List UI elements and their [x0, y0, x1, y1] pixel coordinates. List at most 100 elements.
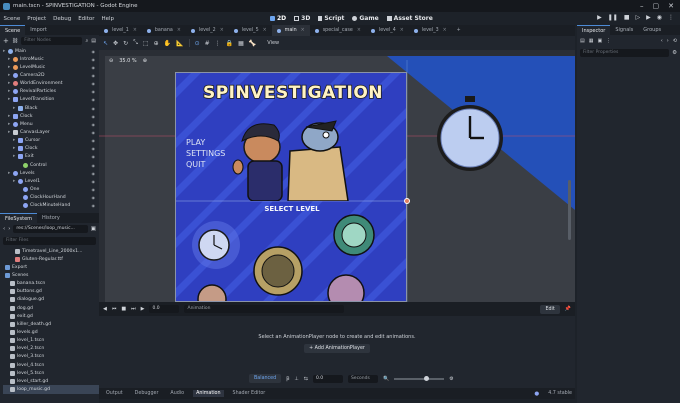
open-resource-icon[interactable]: ▦ [589, 38, 594, 44]
scene-node[interactable]: ▸ WorldEnvironment ◉ [3, 80, 99, 88]
workspace-game[interactable]: Game [352, 15, 379, 22]
tab-debugger[interactable]: Debugger [132, 390, 162, 397]
animation-edit-button[interactable]: Edit [540, 304, 560, 314]
remote-debug-icon[interactable]: ⋮ [668, 14, 674, 21]
timeline-zoom-slider[interactable] [394, 375, 445, 381]
close-tab-icon[interactable]: × [400, 28, 404, 33]
stop-icon[interactable]: ■ [624, 14, 630, 21]
scene-node[interactable]: ▸ IntroMusic ◉ [3, 55, 99, 63]
minimize-icon[interactable]: – [640, 2, 644, 10]
split-view-icon[interactable]: ▣ [91, 226, 96, 232]
visibility-icon[interactable]: ◉ [92, 187, 96, 192]
scene-tab[interactable]: main × [271, 25, 310, 36]
inspector-settings-icon[interactable]: ⚙ [672, 50, 677, 56]
tab-import[interactable]: Import [25, 25, 52, 35]
move-tool-icon[interactable]: ✥ [113, 40, 118, 47]
close-icon[interactable]: ✕ [668, 2, 674, 10]
extra-options-icon[interactable]: ⋮ [606, 38, 611, 44]
new-resource-icon[interactable]: ▤ [580, 38, 585, 44]
filter-properties-input[interactable]: Filter Properties [580, 49, 670, 57]
history-forward-icon[interactable]: › [667, 38, 669, 44]
lock-icon[interactable]: 🔒 [226, 40, 233, 47]
file-item[interactable]: level_3.tscn [3, 353, 99, 361]
file-item[interactable]: Gluten-Regular.ttf [3, 255, 99, 263]
play-scene-icon[interactable]: ▷ [636, 14, 641, 21]
scene-tab[interactable]: level_2 × [186, 25, 229, 36]
file-item[interactable]: dialogue.gd [3, 296, 99, 304]
file-item[interactable]: Scenes [3, 271, 99, 279]
scene-node[interactable]: ▸ LevelTransition ◉ [3, 96, 99, 104]
play-animation-icon[interactable]: ▶ [141, 306, 145, 312]
visibility-icon[interactable]: ◉ [92, 81, 96, 86]
close-tab-icon[interactable]: × [301, 28, 305, 33]
movie-icon[interactable]: ◉ [657, 14, 662, 21]
visibility-icon[interactable]: ◉ [92, 146, 96, 151]
scene-node[interactable]: ▸ Level1 ◉ [3, 177, 99, 185]
select-tool-icon[interactable]: ↖ [103, 40, 108, 47]
file-item[interactable]: loop_music.gd [3, 385, 99, 394]
menu-quit[interactable]: QUIT [186, 159, 225, 170]
rotate-tool-icon[interactable]: ↻ [123, 40, 128, 47]
file-item[interactable]: level_2.tscn [3, 345, 99, 353]
scene-tab[interactable]: banana × [142, 25, 186, 36]
filesystem-path[interactable]: res://Scenes/loop_music... [13, 225, 88, 233]
back-icon[interactable]: ‹ [3, 226, 5, 232]
visibility-icon[interactable]: ◉ [92, 97, 96, 102]
file-item[interactable]: levels.gd [3, 328, 99, 336]
filter-files-input[interactable]: Filter Files [3, 237, 96, 245]
pin-icon[interactable]: 📌 [565, 306, 571, 312]
close-tab-icon[interactable]: × [357, 28, 361, 33]
scene-node[interactable]: ▸ Clock ◉ [3, 112, 99, 120]
workspace-2d[interactable]: 2D [270, 15, 286, 22]
scene-node[interactable]: ▸ Menu ◉ [3, 120, 99, 128]
menu-editor[interactable]: Editor [75, 16, 98, 22]
scene-node[interactable]: ClockHourHand ◉ [3, 194, 99, 202]
group-icon[interactable]: ▦ [238, 40, 244, 47]
file-item[interactable]: Export [3, 263, 99, 271]
tab-groups[interactable]: Groups [638, 25, 666, 35]
menu-debug[interactable]: Debug [50, 16, 75, 22]
visibility-icon[interactable]: ◉ [92, 138, 96, 143]
pan-tool-icon[interactable]: ✋ [164, 40, 171, 47]
snap-toggle-icon[interactable]: ⊥ [294, 376, 298, 382]
scene-node[interactable]: Control ◉ [3, 161, 99, 169]
maximize-icon[interactable]: ▢ [653, 2, 660, 10]
scene-node[interactable]: ▸ Black ◉ [3, 104, 99, 112]
visibility-icon[interactable]: ◉ [92, 114, 96, 119]
tab-filesystem[interactable]: FileSystem [0, 213, 38, 223]
animation-settings-icon[interactable]: ⚙ [449, 376, 453, 382]
visibility-icon[interactable]: ◉ [92, 65, 96, 70]
visibility-icon[interactable]: ◉ [92, 106, 96, 111]
history-back-icon[interactable]: ‹ [661, 38, 663, 44]
visibility-icon[interactable]: ◉ [92, 163, 96, 168]
stop-animation-icon[interactable]: ■ [121, 306, 126, 312]
file-item[interactable]: buttons.gd [3, 288, 99, 296]
snap-step-input[interactable]: 0.0 [312, 374, 343, 383]
scene-node[interactable]: ▸ Clock ◉ [3, 145, 99, 153]
pivot-tool-icon[interactable]: ⊕ [154, 40, 159, 47]
canvas-viewport[interactable]: ⊖ 35.0 % ⊕ SPINVESTIGATION PLAY SETTINGS… [99, 50, 575, 302]
snap-options-icon[interactable]: ⋮ [215, 40, 221, 47]
animation-time-input[interactable]: 0.0 [149, 305, 180, 313]
pause-icon[interactable]: ❚❚ [608, 14, 618, 21]
workspace-3d[interactable]: 3D [294, 15, 310, 22]
save-resource-icon[interactable]: ▣ [597, 38, 602, 44]
forward-icon[interactable]: › [8, 226, 10, 232]
visibility-icon[interactable]: ◉ [92, 171, 96, 176]
play-backwards-start-icon[interactable]: ⏮ [112, 306, 117, 312]
scene-node[interactable]: ▸ CanvasLayer ◉ [3, 128, 99, 136]
visibility-icon[interactable]: ◉ [92, 122, 96, 127]
scene-node[interactable]: ▸ Main ◉ [3, 47, 99, 55]
tab-shader-editor[interactable]: Shader Editor [230, 390, 269, 397]
close-tab-icon[interactable]: × [443, 28, 447, 33]
file-item[interactable]: killer_death.gd [3, 320, 99, 328]
view-menu[interactable]: View [267, 40, 279, 46]
visibility-icon[interactable]: ◉ [92, 179, 96, 184]
play-backwards-icon[interactable]: ◀ [103, 306, 107, 312]
play-custom-icon[interactable]: ▶ [646, 14, 651, 21]
file-item[interactable]: Timetravel_Line_2000x1... [3, 247, 99, 255]
visibility-icon[interactable]: ◉ [92, 89, 96, 94]
scene-node[interactable]: ▸ Camera2D ◉ [3, 71, 99, 79]
history-icon[interactable]: ⟲ [673, 38, 677, 44]
play-start-icon[interactable]: ⏭ [131, 306, 136, 312]
